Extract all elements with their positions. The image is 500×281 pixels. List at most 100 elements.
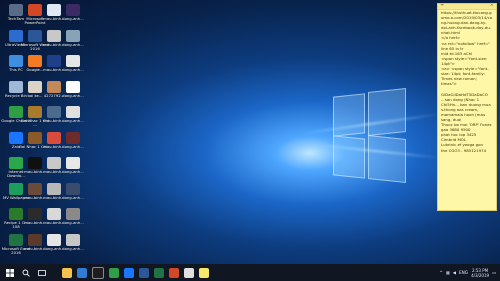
app-icon <box>9 80 23 93</box>
desktop-icon-label: dong-anh... <box>62 143 84 149</box>
desktop-icon[interactable]: mau-binh... <box>24 208 46 232</box>
app-icon <box>9 208 23 220</box>
desktop-icon[interactable]: dong-anh... <box>62 233 84 258</box>
desktop-icon[interactable]: Microsoft Excel 2016 <box>2 233 30 258</box>
window-logo-pane <box>368 88 406 136</box>
desktop-icon[interactable]: dong-anh... <box>62 55 84 79</box>
taskbar-app-word[interactable] <box>139 267 149 278</box>
desktop-icon[interactable]: dong-anh... <box>62 80 84 105</box>
taskbar-app-notes[interactable] <box>199 267 209 278</box>
volume-icon[interactable]: ◀ <box>453 270 456 275</box>
app-icon <box>47 131 61 144</box>
app-icon <box>47 208 61 220</box>
desktop-icon[interactable]: Internet Downlo... <box>6 157 26 181</box>
sticky-note[interactable]: + × https://thuthuat.ttocong.gomo.o.com/… <box>437 3 497 211</box>
desktop-icon-label: dong-anh... <box>62 16 84 21</box>
search-button[interactable] <box>20 267 32 279</box>
desktop-icon[interactable]: dong-anh... <box>43 233 65 258</box>
chevron-up-icon[interactable]: ^ <box>439 270 443 275</box>
taskbar-app-chrome[interactable] <box>109 267 119 278</box>
taskbar-app-excel[interactable] <box>154 267 164 278</box>
clock-time: 2:53 PM <box>471 267 489 273</box>
desktop-icon[interactable]: dong-anh... <box>62 29 84 54</box>
task-view-button[interactable] <box>36 267 48 279</box>
desktop-icon[interactable]: Microsoft PowerPoint <box>25 4 45 28</box>
taskbar-app-explorer[interactable] <box>62 267 72 278</box>
desktop-icon[interactable]: bai ke... <box>25 80 45 105</box>
app-icon <box>66 157 80 169</box>
network-icon[interactable]: ▦ <box>446 270 450 275</box>
desktop-icon[interactable]: mau-binh... <box>24 157 46 181</box>
desktop-icon[interactable]: MV Wallpaper <box>3 182 29 207</box>
desktop-icon[interactable]: mau-binh... <box>24 182 46 207</box>
desktop-icon[interactable]: mau-binh... <box>43 55 65 79</box>
app-icon <box>66 106 80 118</box>
close-icon[interactable]: × <box>490 4 494 8</box>
language-indicator[interactable]: ENG <box>459 270 468 275</box>
desktop-icon[interactable]: Bai Nhac 1 Chi ... <box>21 106 49 130</box>
taskbar-app-zalo[interactable] <box>124 267 134 278</box>
desktop-icon[interactable]: dong-anh... <box>62 157 84 181</box>
sticky-note-header[interactable]: + × <box>438 4 496 10</box>
notification-icon[interactable]: ▭ <box>492 270 496 275</box>
desktop-icon[interactable]: mau-binh... <box>43 157 65 181</box>
clock-date: 4/3/2019 <box>471 272 490 278</box>
desktop-icon-label: dong-anh... <box>62 220 84 225</box>
desktop-icon-label: dong-anh... <box>62 118 84 123</box>
app-icon <box>28 29 42 42</box>
desktop-icon[interactable]: dong-anh... <box>62 4 84 28</box>
desktop-icon[interactable]: mau-binh... <box>43 4 65 28</box>
window-logo-pane <box>333 135 365 179</box>
taskbar: ^ ▦ ◀ ENG 2:53 PM 4/3/2019 ▭ <box>0 264 500 281</box>
desktop-icon[interactable]: mau-binh... <box>24 233 46 258</box>
search-icon <box>22 269 30 277</box>
app-icon <box>47 182 61 195</box>
desktop-icon-label: dong-anh... <box>62 245 84 251</box>
sticky-note-text[interactable]: https://thuthuat.ttocong.gomo.o.com/2019… <box>441 10 493 153</box>
desktop-icon[interactable]: This PC <box>6 55 26 79</box>
taskbar-app-store[interactable] <box>92 266 104 279</box>
desktop-icon[interactable]: dong-anh... <box>62 208 84 232</box>
desktop-icon-label: dong-anh... <box>62 92 84 98</box>
app-icon <box>28 55 42 67</box>
desktop-icon-label: dong-anh... <box>62 194 84 200</box>
app-icon <box>47 4 61 16</box>
desktop-icon[interactable]: mau-binh... <box>43 106 65 130</box>
desktop-icon[interactable]: mau-binh... <box>43 131 65 156</box>
taskbar-app-powerpoint[interactable] <box>169 267 179 278</box>
app-icon <box>66 29 80 42</box>
app-icon <box>9 4 23 16</box>
app-icon <box>9 131 23 144</box>
system-tray: ^ ▦ ◀ ENG 2:53 PM 4/3/2019 ▭ <box>439 266 496 279</box>
taskbar-app-edge[interactable] <box>77 267 87 278</box>
desktop-icon[interactable]: dong-anh... <box>62 131 84 156</box>
clock[interactable]: 2:53 PM 4/3/2019 <box>471 268 489 278</box>
app-icon <box>47 55 61 67</box>
app-icon <box>66 208 80 220</box>
desktop-icon[interactable]: Google... <box>25 55 45 79</box>
taskbar-app-ultraviewer[interactable] <box>184 267 194 278</box>
desktop-icon[interactable]: mau-binh... <box>43 182 65 207</box>
windows-icon <box>6 268 14 277</box>
desktop-icon[interactable]: Microsoft Word 2016 <box>21 29 49 54</box>
app-icon <box>47 233 61 246</box>
app-icon <box>28 106 42 118</box>
app-icon <box>9 233 23 246</box>
desktop-icon[interactable]: mau-binh... <box>43 29 65 54</box>
desktop-icon[interactable]: Bai Nhac 1 Chi... <box>19 131 51 156</box>
start-button[interactable] <box>4 267 16 279</box>
app-icon <box>66 80 80 93</box>
app-icon <box>47 80 61 93</box>
app-icon <box>66 131 80 144</box>
app-icon <box>47 157 61 169</box>
app-icon <box>66 182 80 195</box>
desktop-icon[interactable]: 4272792... <box>44 80 64 105</box>
add-note-icon[interactable]: + <box>440 4 444 8</box>
desktop-icon[interactable]: mau-binh... <box>43 208 65 232</box>
app-icon <box>9 157 23 169</box>
desktop-icon[interactable]: Recipe 1 Chi 108 <box>4 208 28 232</box>
desktop-icon[interactable]: dong-anh... <box>62 182 84 207</box>
app-icon <box>47 29 61 42</box>
desktop-icon[interactable]: dong-anh... <box>62 106 84 130</box>
desktop-icon[interactable]: Recycle Bin <box>5 80 27 105</box>
